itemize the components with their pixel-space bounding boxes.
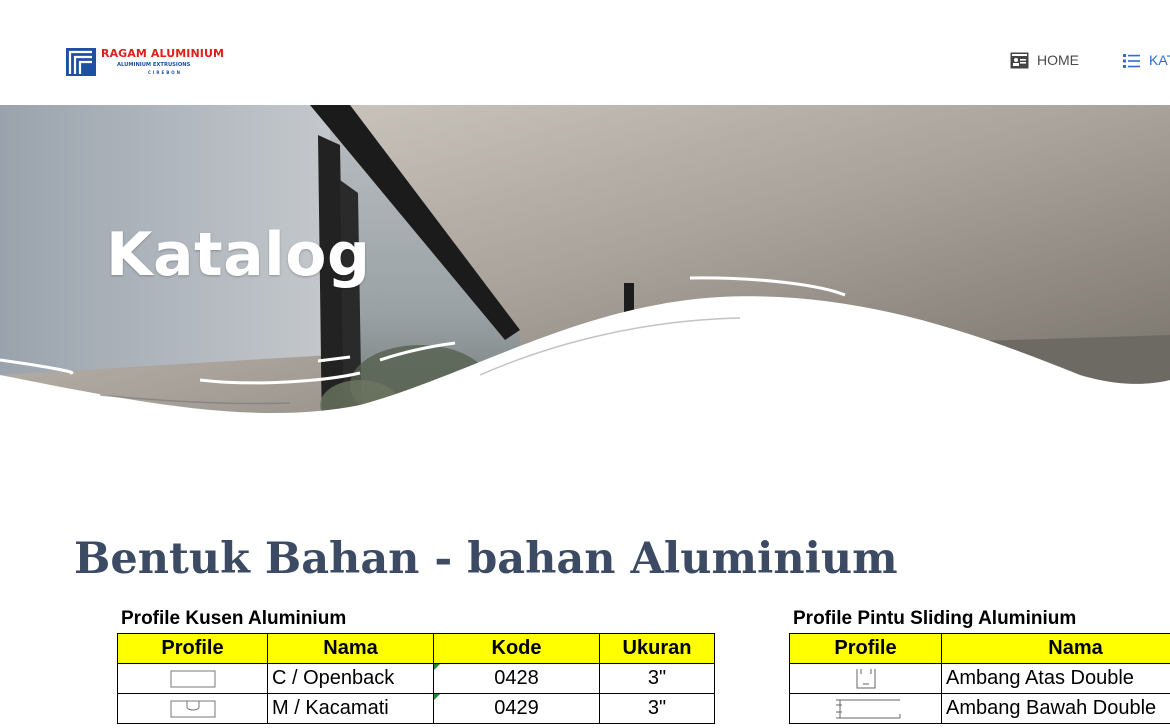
sliding-profile-table: Profile Nama Ambang Atas Double Ambang B… (789, 633, 1170, 724)
kusen-profile-table: Profile Nama Kode Ukuran C / Openback 04… (117, 633, 715, 724)
site-header: RAGAM ALUMINIUM ALUMINIUM EXTRUSIONS CIR… (0, 0, 1170, 105)
kode-cell: 0429 (433, 693, 600, 724)
ambang-bawah-profile-icon (835, 699, 900, 718)
nama-cell: Ambang Bawah Double (941, 693, 1170, 724)
brand-title: RAGAM ALUMINIUM (101, 47, 225, 60)
brand-city: CIREBON (148, 70, 183, 75)
profile-cell (117, 663, 268, 694)
profile-cell (789, 663, 942, 694)
column-header: Profile (117, 633, 268, 664)
column-header: Nama (267, 633, 434, 664)
section-heading: Bentuk Bahan - bahan Aluminium (74, 534, 898, 584)
column-header: Kode (433, 633, 600, 664)
ragam-logo-icon (66, 48, 96, 76)
ukuran-cell: 3" (599, 663, 715, 694)
nama-cell: M / Kacamati (267, 693, 434, 724)
column-header: Nama (941, 633, 1170, 664)
nav-katalog-link[interactable]: KATALOG (1122, 50, 1170, 70)
profile-cell (789, 693, 942, 724)
table-header-row: Profile Nama Kode Ukuran (117, 633, 715, 664)
kode-cell: 0428 (433, 663, 600, 694)
nav-katalog-label: KATALOG (1149, 52, 1170, 68)
brand-logo[interactable]: RAGAM ALUMINIUM ALUMINIUM EXTRUSIONS CIR… (66, 46, 241, 78)
column-header: Ukuran (599, 633, 715, 664)
c-openback-profile-icon (170, 670, 215, 687)
nama-cell: C / Openback (267, 663, 434, 694)
table-row: C / Openback 0428 3" (117, 663, 715, 694)
m-kacamati-profile-icon (170, 700, 215, 717)
cell-marker (434, 664, 440, 670)
kode-value: 0429 (494, 697, 539, 719)
ambang-atas-profile-icon (856, 668, 875, 688)
hero-banner: Katalog (0, 105, 1170, 435)
nama-cell: Ambang Atas Double (941, 663, 1170, 694)
cropped-text-fragment (88, 0, 448, 4)
table-row: Ambang Atas Double (789, 663, 1170, 694)
column-header: Profile (789, 633, 942, 664)
profile-cell (117, 693, 268, 724)
table-header-row: Profile Nama (789, 633, 1170, 664)
kusen-table-caption: Profile Kusen Aluminium (121, 608, 347, 629)
nav-home-label: HOME (1037, 52, 1079, 68)
table-row: M / Kacamati 0429 3" (117, 693, 715, 724)
kode-value: 0428 (494, 667, 539, 689)
ukuran-cell: 3" (599, 693, 715, 724)
sliding-table-caption: Profile Pintu Sliding Aluminium (793, 608, 1077, 629)
nav-home-link[interactable]: HOME (1010, 50, 1079, 70)
list-icon (1123, 53, 1140, 68)
cell-marker (434, 694, 440, 700)
id-card-icon (1010, 52, 1029, 68)
brand-subtitle: ALUMINIUM EXTRUSIONS (117, 62, 191, 68)
hero-title: Katalog (106, 220, 371, 290)
table-row: Ambang Bawah Double (789, 693, 1170, 724)
